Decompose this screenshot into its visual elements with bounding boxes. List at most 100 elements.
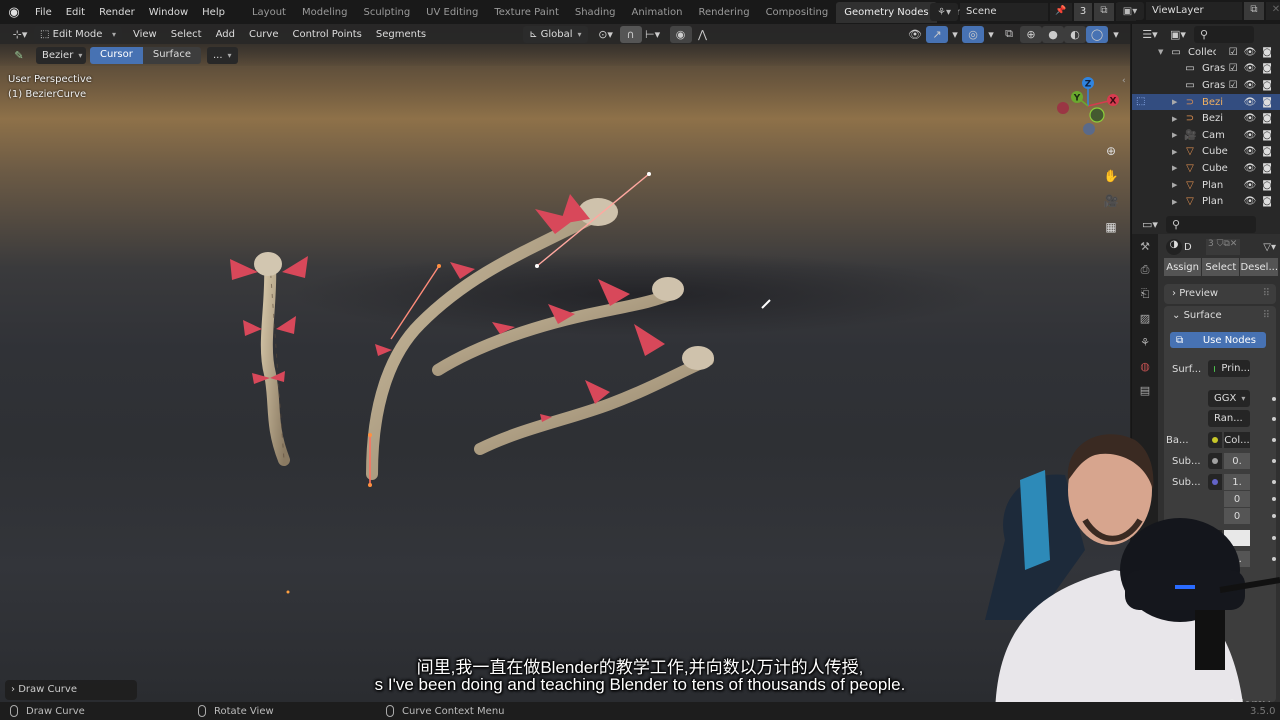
shading-wireframe-icon[interactable]: ⊕	[1020, 25, 1042, 43]
render-tab-icon[interactable]: ⎙	[1132, 258, 1158, 282]
outliner-search-input[interactable]: ⚲	[1194, 25, 1254, 43]
outliner-item-mesh[interactable]: ▶ ▽ Plan 👁 ◙	[1132, 177, 1280, 194]
delete-view-layer-icon[interactable]: ✕	[1266, 2, 1280, 20]
expand-right-icon[interactable]: ▶	[1172, 181, 1184, 189]
camera-render-icon[interactable]: ◙	[1262, 196, 1272, 207]
exclude-checkbox[interactable]: ☑	[1229, 80, 1238, 91]
filter-icon[interactable]: ▣▾	[1166, 26, 1190, 43]
curve-type-dropdown[interactable]: Bezier ▾	[36, 46, 86, 64]
slot-link-dropdown-icon[interactable]: ▽▾	[1263, 242, 1276, 253]
camera-render-icon[interactable]: ◙	[1262, 63, 1272, 74]
keyframe-dot[interactable]	[1272, 536, 1276, 540]
menu-window[interactable]: Window	[142, 7, 195, 18]
subsurface-method-dropdown[interactable]: Ran...	[1208, 410, 1250, 427]
camera-render-icon[interactable]: ◙	[1262, 146, 1272, 157]
tab-sculpting[interactable]: Sculpting	[355, 4, 418, 21]
socket-icon[interactable]	[1208, 530, 1222, 546]
menu-control-points[interactable]: Control Points	[285, 29, 368, 40]
menu-file[interactable]: File	[28, 7, 59, 18]
mode-selector[interactable]: ⬚ Edit Mode ▾	[34, 25, 122, 43]
xray-toggle-icon[interactable]: ⧉	[998, 26, 1020, 43]
pivot-point-icon[interactable]: ⊙▾	[592, 26, 620, 43]
proportional-edit-icon[interactable]: ◉	[669, 25, 692, 43]
camera-render-icon[interactable]: ◙	[1262, 47, 1272, 58]
sidebar-toggle-chevron-icon[interactable]: ‹	[1122, 76, 1126, 86]
menu-add[interactable]: Add	[209, 29, 242, 40]
expand-right-icon[interactable]: ▶	[1172, 131, 1184, 139]
outliner-item-curve[interactable]: ▶ ⊃ Bezi 👁 ◙	[1132, 93, 1280, 111]
camera-render-icon[interactable]: ◙	[1262, 163, 1272, 174]
deselect-button[interactable]: Desel...	[1240, 258, 1278, 276]
shading-rendered-icon[interactable]: ◯	[1086, 25, 1108, 43]
outliner-display-mode-icon[interactable]: ☰▾	[1138, 26, 1162, 43]
menu-curve[interactable]: Curve	[242, 29, 286, 40]
exclude-checkbox[interactable]: ☑	[1229, 47, 1238, 58]
navigation-gizmo[interactable]: Y Z X	[1054, 74, 1124, 144]
world-tab-icon[interactable]: ◍	[1132, 354, 1158, 378]
blender-logo-icon[interactable]: ◉	[0, 5, 28, 20]
output-tab-icon[interactable]: ⎗	[1132, 282, 1158, 306]
overlays-toggle-icon[interactable]: ◎	[962, 25, 984, 43]
shader-field-value[interactable]: 0	[1224, 491, 1250, 507]
scene-icon[interactable]: ⚘▾	[930, 3, 958, 21]
tool-tab-icon[interactable]: ⚒	[1132, 234, 1158, 258]
tab-shading[interactable]: Shading	[567, 4, 624, 21]
keyframe-dot[interactable]	[1272, 397, 1276, 401]
keyframe-dot[interactable]	[1272, 438, 1276, 442]
pan-view-hand-icon[interactable]: ✋	[1100, 165, 1122, 187]
expand-right-icon[interactable]: ▶	[1172, 115, 1184, 123]
3d-viewport[interactable]: ⊹▾ ⬚ Edit Mode ▾ View Select Add Curve Co…	[0, 24, 1130, 702]
eye-icon[interactable]: 👁	[1244, 180, 1257, 191]
scene-name-field[interactable]: Scene	[960, 3, 1048, 21]
keyframe-dot[interactable]	[1272, 459, 1276, 463]
keyframe-dot[interactable]	[1272, 514, 1276, 518]
editor-type-icon[interactable]: ⊹▾	[6, 26, 34, 43]
tab-uv-editing[interactable]: UV Editing	[418, 4, 486, 21]
eye-icon[interactable]: 👁	[1244, 63, 1257, 74]
duplicate-scene-icon[interactable]: ⧉	[1094, 3, 1114, 21]
curve-creature-3[interactable]	[432, 277, 684, 376]
shader-field-value[interactable]: 0.	[1224, 453, 1250, 469]
camera-render-icon[interactable]: ◙	[1262, 180, 1272, 191]
depth-surface-button[interactable]: Surface	[142, 46, 201, 64]
snap-target-icon[interactable]: ⊢▾	[642, 26, 664, 43]
tab-rendering[interactable]: Rendering	[690, 4, 757, 21]
zoom-view-icon[interactable]: ⊕	[1100, 140, 1122, 162]
menu-edit[interactable]: Edit	[59, 7, 92, 18]
gizmo-neg-y[interactable]	[1089, 107, 1105, 123]
gizmo-neg-x[interactable]	[1057, 102, 1069, 114]
chevron-down-icon[interactable]: ▾	[948, 26, 962, 43]
eye-icon[interactable]: 👁	[1244, 163, 1257, 174]
tab-animation[interactable]: Animation	[624, 4, 691, 21]
socket-icon[interactable]	[1208, 432, 1222, 448]
camera-render-icon[interactable]: ◙	[1262, 97, 1272, 108]
edit-mode-indicator-icon[interactable]: ⬚	[1136, 96, 1145, 107]
curve-creature-4[interactable]	[474, 324, 714, 455]
eye-icon[interactable]: 👁	[1244, 130, 1257, 141]
expand-right-icon[interactable]: ▶	[1172, 148, 1184, 156]
eye-icon[interactable]: 👁	[1244, 80, 1257, 91]
socket-icon[interactable]	[1208, 474, 1222, 490]
tab-modeling[interactable]: Modeling	[294, 4, 356, 21]
eye-icon[interactable]: 👁	[1244, 146, 1257, 157]
collection-tab-icon[interactable]: ▤	[1132, 378, 1158, 402]
tab-texture-paint[interactable]: Texture Paint	[486, 4, 567, 21]
drag-handle-icon[interactable]: ⠿	[1263, 310, 1270, 321]
properties-editor-type-icon[interactable]: ▭▾	[1138, 216, 1162, 233]
outliner-item-mesh[interactable]: ▶ ▽ Cube 👁 ◙	[1132, 144, 1280, 161]
keyframe-dot[interactable]	[1272, 417, 1276, 421]
falloff-icon[interactable]: ⋀	[692, 26, 714, 43]
camera-render-icon[interactable]: ◙	[1262, 80, 1272, 91]
material-preview-icon[interactable]: ◑	[1166, 239, 1182, 255]
outliner-item-collection[interactable]: ▭ Gras ☑ 👁 ◙	[1132, 61, 1280, 78]
use-nodes-button[interactable]: ⧉ Use Nodes	[1170, 332, 1266, 348]
visibility-icon[interactable]: 👁	[904, 26, 926, 43]
chevron-down-icon[interactable]: ⌄	[1172, 310, 1184, 321]
transform-orientation-dropdown[interactable]: ⊾ Global ▾	[523, 25, 588, 43]
exclude-checkbox[interactable]: ☑	[1229, 63, 1238, 74]
drag-handle-icon[interactable]: ⠿	[1263, 288, 1270, 299]
outliner-item-curve[interactable]: ▶ ⊃ Bezi 👁 ◙	[1132, 110, 1280, 127]
scene-tab-icon[interactable]: ⚘	[1132, 330, 1158, 354]
chevron-down-icon[interactable]: ▾	[1108, 26, 1124, 43]
socket-icon[interactable]	[1208, 551, 1222, 567]
